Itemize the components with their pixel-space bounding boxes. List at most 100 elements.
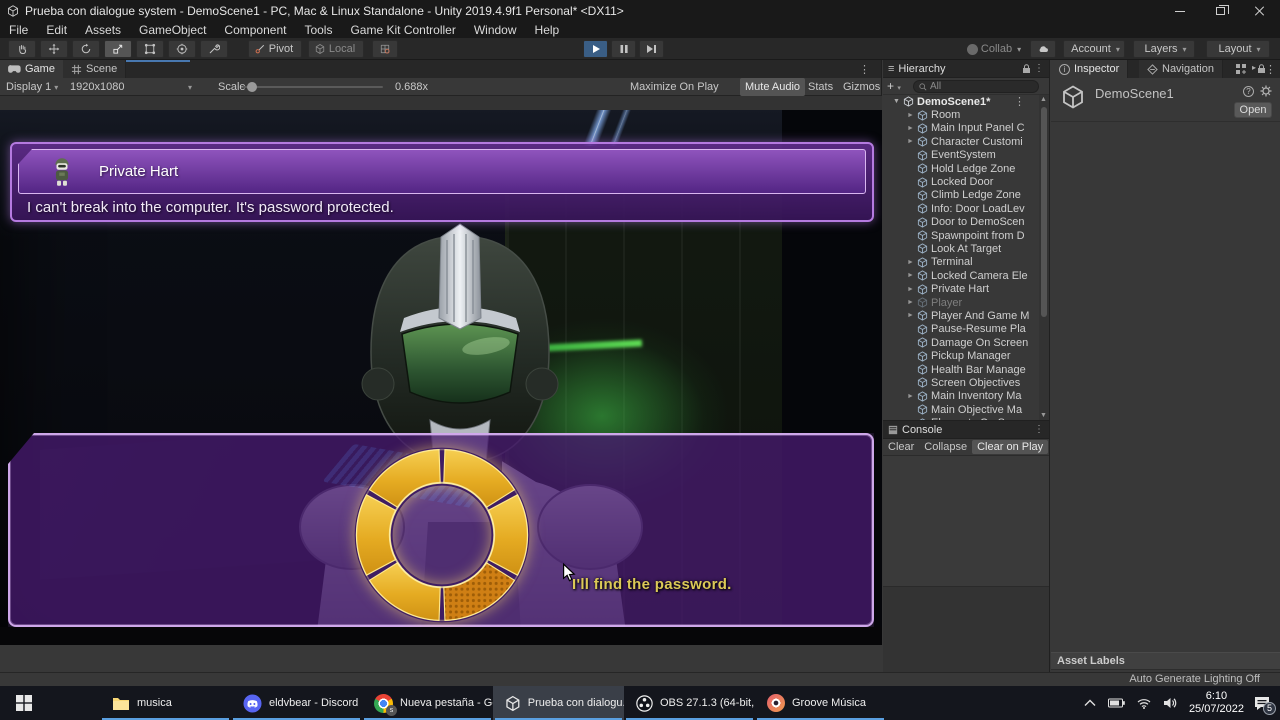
action-center-icon[interactable]: 5 (1254, 696, 1276, 715)
expand-icon[interactable]: ► (907, 259, 917, 266)
expand-icon[interactable]: ► (907, 393, 917, 400)
account-dropdown[interactable]: Account ▾ (1063, 40, 1125, 58)
display-dropdown[interactable]: Display 1 ▾ (6, 78, 58, 96)
rotate-tool-icon[interactable] (72, 40, 100, 58)
play-button[interactable] (583, 40, 608, 58)
expand-icon[interactable]: ► (907, 299, 917, 306)
hierarchy-menu-icon[interactable]: ⋮ (1034, 63, 1045, 74)
hierarchy-item[interactable]: ► Door to DemoScen (883, 216, 1040, 229)
expand-icon[interactable]: ► (907, 286, 917, 293)
hierarchy-item[interactable]: ► Health Bar Manage (883, 363, 1040, 376)
resolution-dropdown[interactable]: 1920x1080 ▾ (70, 78, 196, 96)
hierarchy-item[interactable]: ► EventSystem (883, 149, 1040, 162)
menu-item[interactable]: Help (526, 23, 569, 37)
hierarchy-scrollbar[interactable]: ▲ ▼ (1039, 95, 1049, 420)
asset-labels-bar[interactable]: Asset Labels (1051, 652, 1280, 670)
tab-navigation[interactable]: Navigation (1139, 60, 1223, 78)
dialogue-choice-wheel[interactable] (347, 440, 537, 630)
menu-item[interactable]: Window (465, 23, 526, 37)
speaker-icon[interactable] (1163, 697, 1177, 709)
help-icon[interactable]: ? (1243, 86, 1254, 97)
scroll-down-icon[interactable]: ▼ (1040, 412, 1047, 419)
hierarchy-item[interactable]: ► Info: Door LoadLev (883, 202, 1040, 215)
hierarchy-item[interactable]: ► Character Customi (883, 135, 1040, 148)
grid-snap-icon[interactable] (372, 40, 398, 58)
hierarchy-item[interactable]: ► Locked Door (883, 175, 1040, 188)
taskbar-item-musica[interactable]: musica (100, 686, 231, 720)
taskbar-item-unity[interactable]: Prueba con dialogu... (493, 686, 624, 720)
scrollbar-thumb[interactable] (1041, 107, 1047, 317)
minimize-button[interactable] (1160, 0, 1200, 22)
tools-icon[interactable] (1236, 64, 1246, 74)
expand-icon[interactable]: ► (907, 138, 917, 145)
taskbar-item-chrome[interactable]: s Nueva pestaña - Go... (362, 686, 493, 720)
game-panel-menu-icon[interactable]: ⋮ (859, 63, 871, 76)
hierarchy-item[interactable]: ► Terminal (883, 256, 1040, 269)
stats-toggle[interactable]: Stats (808, 78, 833, 96)
cloud-button[interactable] (1030, 40, 1056, 58)
hierarchy-item[interactable]: ► Main Input Panel C (883, 122, 1040, 135)
console-menu-icon[interactable]: ⋮ (1034, 424, 1045, 435)
hierarchy-item[interactable]: ► Room (883, 108, 1040, 121)
menu-item[interactable]: Tools (295, 23, 341, 37)
menu-item[interactable]: GameObject (130, 23, 215, 37)
lock-icon[interactable] (1022, 63, 1031, 74)
hierarchy-item[interactable]: ► Locked Camera Ele (883, 269, 1040, 282)
scale-slider-thumb[interactable] (247, 82, 257, 92)
wifi-icon[interactable] (1137, 698, 1151, 709)
clipped-button[interactable]: C (1048, 440, 1049, 454)
menu-item[interactable]: File (0, 23, 37, 37)
taskbar-item-groove[interactable]: Groove Música (755, 686, 886, 720)
clear-on-play-button[interactable]: Clear on Play (972, 440, 1049, 454)
custom-tool-icon[interactable] (200, 40, 228, 58)
taskbar-item-discord[interactable]: eldvbear - Discord (231, 686, 362, 720)
pivot-toggle[interactable]: Pivot (248, 40, 302, 58)
gizmos-dropdown[interactable]: Gizmos▾ (843, 78, 887, 96)
transform-tool-icon[interactable] (168, 40, 196, 58)
menu-item[interactable]: Edit (37, 23, 76, 37)
scroll-up-icon[interactable]: ▲ (1040, 96, 1047, 103)
hierarchy-item[interactable]: ► Climb Ledge Zone (883, 189, 1040, 202)
scale-slider[interactable] (243, 82, 383, 92)
hierarchy-scene-row[interactable]: ▼ DemoScene1* ⋮ (883, 95, 1040, 109)
hierarchy-search-input[interactable]: All (913, 80, 1039, 93)
expand-icon[interactable]: ► (907, 112, 917, 119)
tab-game[interactable]: Game (0, 60, 64, 78)
collapse-button[interactable]: Collapse (919, 440, 972, 454)
menu-item[interactable]: Component (215, 23, 295, 37)
hierarchy-item[interactable]: ► Main Objective Ma (883, 403, 1040, 416)
move-tool-icon[interactable] (40, 40, 68, 58)
start-button[interactable] (0, 686, 48, 720)
tray-chevron-icon[interactable] (1084, 699, 1096, 707)
layout-dropdown[interactable]: Layout ▾ (1206, 40, 1270, 58)
hierarchy-tab[interactable]: ≡ Hierarchy ⋮ (883, 60, 1049, 78)
choice-subtitle[interactable]: I'll find the password. (572, 576, 732, 593)
step-button[interactable] (639, 40, 664, 58)
hierarchy-item[interactable]: ► Screen Objectives (883, 376, 1040, 389)
hierarchy-item[interactable]: ► Pickup Manager (883, 349, 1040, 362)
taskbar-item-obs[interactable]: OBS 27.1.3 (64-bit, ... (624, 686, 755, 720)
tab-scene[interactable]: Scene (63, 60, 127, 78)
hierarchy-item[interactable]: ► Pause-Resume Pla (883, 323, 1040, 336)
close-button[interactable] (1240, 0, 1280, 22)
clear-button[interactable]: Clear (883, 440, 919, 454)
tab-inspector[interactable]: i Inspector (1051, 60, 1129, 78)
expand-icon[interactable]: ► (907, 272, 917, 279)
battery-icon[interactable] (1107, 698, 1125, 708)
menu-item[interactable]: Assets (76, 23, 130, 37)
collapse-icon[interactable]: ▼ (893, 98, 903, 105)
gear-icon[interactable] (1260, 85, 1272, 97)
hierarchy-item[interactable]: ► Damage On Screen (883, 336, 1040, 349)
hierarchy-item[interactable]: ► Player (883, 296, 1040, 309)
rect-tool-icon[interactable] (136, 40, 164, 58)
hierarchy-item[interactable]: ► Private Hart (883, 282, 1040, 295)
hierarchy-item[interactable]: ► Main Inventory Ma (883, 390, 1040, 403)
menu-item[interactable]: Game Kit Controller (341, 23, 464, 37)
inspector-menu-icon[interactable]: ⋮ (1265, 63, 1277, 76)
collab-dropdown[interactable]: Collab ▾ (963, 40, 1025, 58)
restore-button[interactable] (1200, 0, 1240, 22)
scale-tool-icon[interactable] (104, 40, 132, 58)
open-button[interactable]: Open (1234, 102, 1272, 118)
create-object-button[interactable]: + ▾ (887, 79, 901, 93)
layers-dropdown[interactable]: Layers ▾ (1133, 40, 1195, 58)
